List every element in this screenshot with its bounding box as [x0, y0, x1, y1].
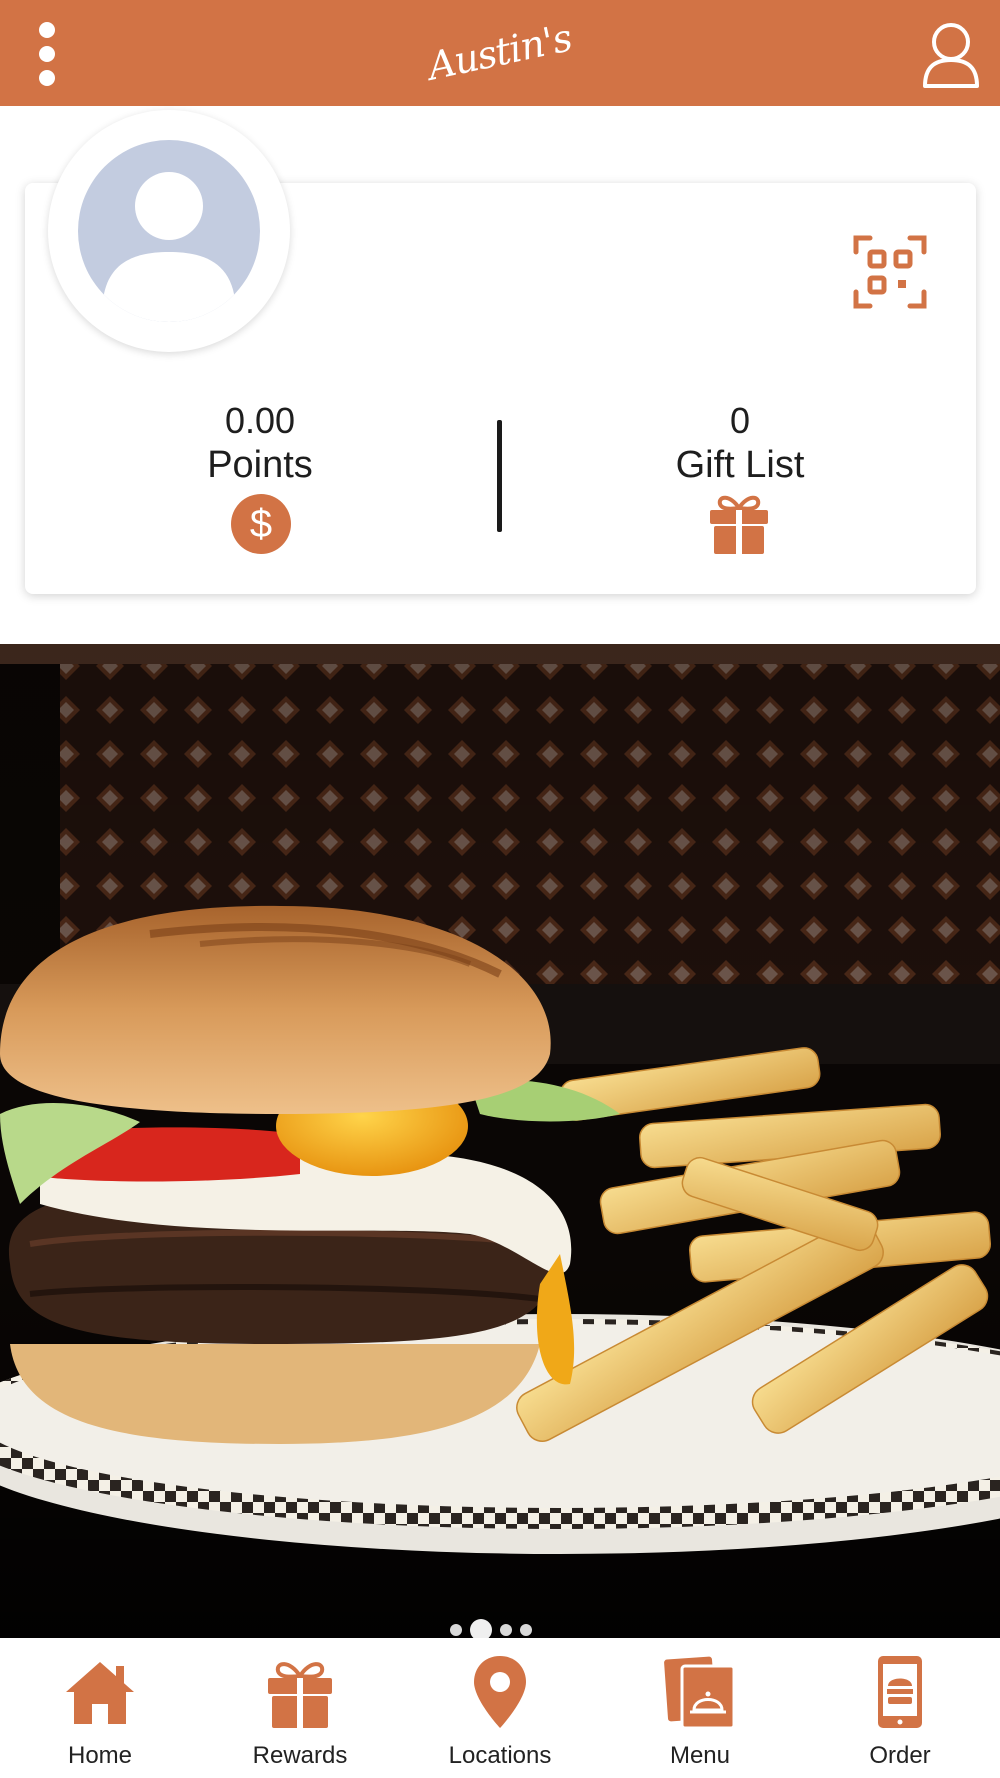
gift-list-value: 0 — [729, 400, 751, 441]
qr-scan-icon[interactable] — [852, 234, 928, 310]
brand-logo-text: Austin's — [424, 15, 576, 89]
nav-item-locations[interactable]: Locations — [400, 1638, 600, 1778]
user-outline-icon[interactable] — [920, 18, 982, 92]
nav-item-order[interactable]: Order — [800, 1638, 1000, 1778]
menu-cloche-icon — [664, 1656, 736, 1730]
gift-list-label: Gift List — [675, 444, 805, 486]
app-header: Austin's — [0, 0, 1000, 106]
nav-label-locations: Locations — [448, 1742, 552, 1769]
pager-dot[interactable] — [520, 1624, 532, 1636]
menu-dot — [39, 46, 55, 62]
more-vertical-icon[interactable] — [32, 20, 62, 92]
mobile-order-icon — [878, 1656, 922, 1728]
nav-label-home: Home — [67, 1742, 133, 1769]
points-stat[interactable]: 0.00 Points — [160, 400, 360, 488]
brand-logo: Austin's — [424, 15, 575, 88]
hero-food-image[interactable] — [0, 644, 1000, 1638]
nav-item-rewards[interactable]: Rewards — [200, 1638, 400, 1778]
points-label: Points — [207, 444, 313, 486]
nav-label-order: Order — [869, 1742, 931, 1769]
map-pin-icon — [474, 1656, 526, 1728]
points-value: 0.00 — [224, 400, 296, 441]
stat-divider — [497, 420, 502, 532]
pager-dot[interactable] — [500, 1624, 512, 1636]
menu-dot — [39, 22, 55, 38]
nav-label-menu: Menu — [669, 1742, 731, 1769]
home-icon — [66, 1662, 134, 1724]
pager-dot[interactable] — [450, 1624, 462, 1636]
menu-dot — [39, 70, 55, 86]
gift-icon — [268, 1662, 332, 1728]
nav-item-home[interactable]: Home — [0, 1638, 200, 1778]
gift-list-stat[interactable]: 0 Gift List — [630, 400, 850, 488]
gift-icon — [708, 490, 770, 556]
nav-label-rewards: Rewards — [252, 1742, 348, 1769]
nav-item-menu[interactable]: Menu — [600, 1638, 800, 1778]
default-avatar-icon[interactable] — [78, 140, 260, 322]
dollar-circle-icon: $ — [231, 494, 291, 554]
bottom-nav: Home Rewards Locations Menu Order — [0, 1638, 1000, 1778]
